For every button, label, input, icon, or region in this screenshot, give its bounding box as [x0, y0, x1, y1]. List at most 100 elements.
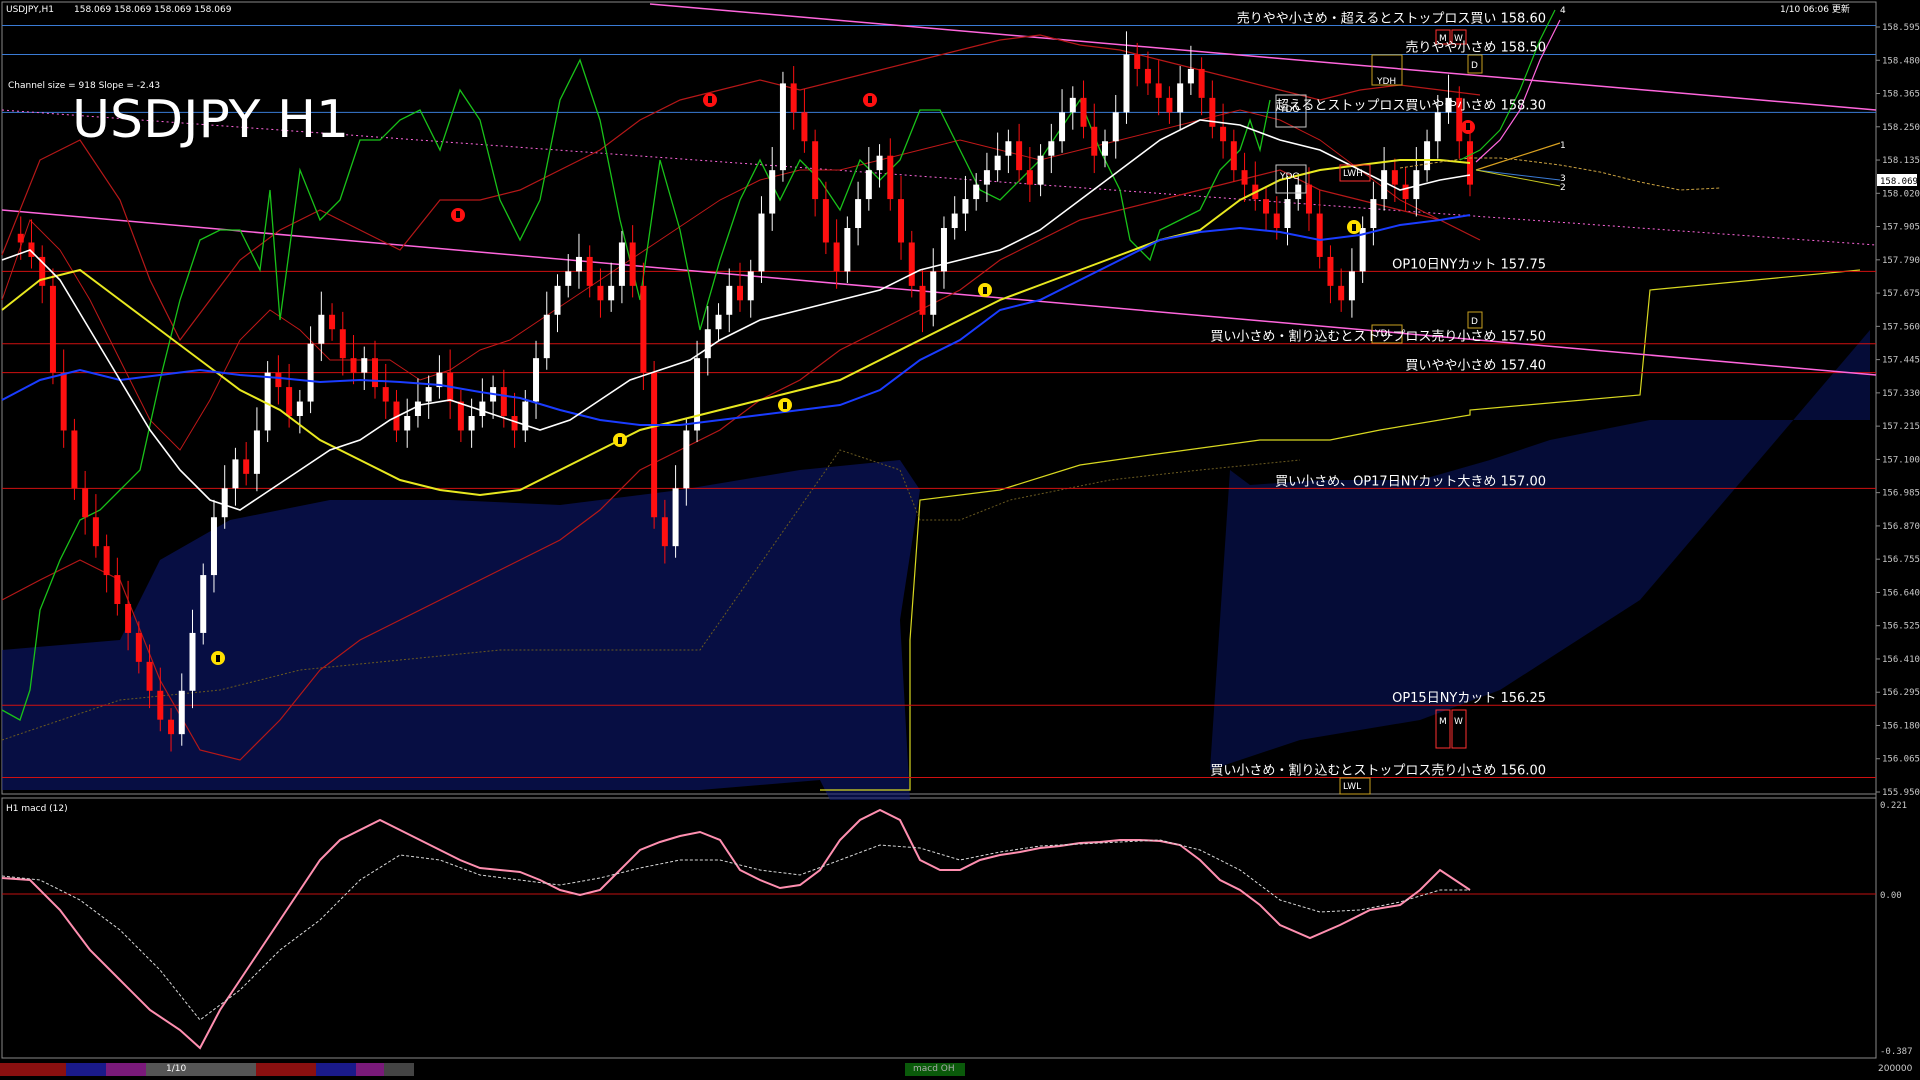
ydc-label: YDC [1279, 172, 1299, 182]
candle-body [425, 387, 432, 402]
status-seg-4[interactable]: 1/10 [146, 1063, 256, 1076]
candle-body [801, 112, 808, 142]
level-label: OP10日NYカット 157.75 [1392, 257, 1546, 272]
candle-body [103, 546, 110, 576]
candle-body [629, 242, 636, 286]
candle-body [1241, 170, 1248, 185]
updated-time: 1/10 06:06 更新 [1780, 3, 1850, 15]
axis-tick-label: 157.905 [1882, 223, 1920, 233]
axis-tick-label: 156.065 [1882, 755, 1920, 765]
status-seg-6[interactable] [316, 1063, 356, 1076]
candle-body [339, 329, 346, 359]
axis-tick-label: 158.020 [1882, 189, 1920, 199]
status-seg-2[interactable] [66, 1063, 106, 1076]
candle-body [253, 430, 260, 474]
candle-body [457, 401, 464, 431]
candle-body [1391, 170, 1398, 185]
level-label: 売りやや小さめ 158.50 [1405, 39, 1546, 55]
axis-tick-label: 156.985 [1882, 489, 1920, 499]
candle-body [1370, 199, 1377, 229]
axis-tick-label: 156.640 [1882, 588, 1920, 598]
candle-body [1016, 141, 1023, 171]
candle-body [146, 661, 153, 691]
candle-body [286, 387, 293, 417]
axis-tick-label: 155.950 [1882, 788, 1920, 798]
candle-body [82, 488, 89, 518]
axis-tick-label: 157.790 [1882, 256, 1920, 266]
status-seg-5[interactable] [256, 1063, 316, 1076]
candle-body [597, 285, 604, 301]
candle-body [983, 170, 990, 185]
candle-body [973, 184, 980, 200]
candle-body [1048, 141, 1055, 156]
candle-body [17, 233, 24, 243]
macd-panel-border [1, 797, 1877, 1059]
candle-body [1316, 213, 1323, 257]
candle-body [769, 170, 776, 214]
candle-body [49, 285, 56, 373]
chart-canvas[interactable]: YDH YDO YDC YDL LWH LWL M W M W D D 1 2 … [0, 0, 1920, 1080]
level-label: 売りやや小さめ・超えるとストップロス買い 158.60 [1237, 11, 1546, 27]
lwl-label: LWL [1343, 782, 1361, 792]
level-label: 超えるとストップロス買いやや小さめ 158.30 [1276, 98, 1546, 113]
status-seg-1[interactable] [0, 1063, 66, 1076]
candle-body [1144, 68, 1151, 84]
level-label: OP15日NYカット 156.25 [1392, 691, 1546, 706]
candle-body [1059, 112, 1066, 142]
candle-body [1402, 184, 1409, 200]
candle-body [329, 314, 336, 330]
candle-body [962, 199, 969, 214]
axis-tick-label: 156.525 [1882, 622, 1920, 632]
macd-line [1, 808, 1471, 1050]
candle-body [92, 517, 99, 547]
axis-tick-label: 158.595 [1882, 23, 1920, 33]
axis-tick-label: 157.330 [1882, 389, 1920, 399]
candle-body [361, 358, 368, 373]
m-label-bottom: M [1439, 717, 1447, 727]
status-tab-macd[interactable]: macd OH [905, 1063, 965, 1076]
axis-tick-label: 157.215 [1882, 422, 1920, 432]
candle-body [1305, 184, 1312, 214]
candle-body [533, 358, 540, 402]
status-seg-7[interactable] [356, 1063, 384, 1076]
candle-body [1295, 184, 1302, 200]
candle-body [865, 170, 872, 200]
axis-tick-label: 156.755 [1882, 555, 1920, 565]
candle-body [887, 155, 894, 200]
candle-body [296, 401, 303, 417]
candle-body [210, 517, 217, 576]
candle-body [726, 285, 733, 315]
axis-tick-label: 156.870 [1882, 522, 1920, 532]
candle-body [640, 285, 647, 373]
candle-body [812, 141, 819, 200]
projection-label-3: 3 [1560, 174, 1566, 184]
axis-tick-label: 158.480 [1882, 56, 1920, 66]
candle-body [779, 83, 786, 171]
projection-label-1: 1 [1560, 141, 1566, 151]
candle-body [71, 430, 78, 489]
axis-tick-label: 156.410 [1882, 655, 1920, 665]
axis-tick-label: 158.365 [1882, 90, 1920, 100]
projection-label-4: 4 [1560, 6, 1566, 16]
candle-body [1177, 83, 1184, 113]
status-right-value: 200000 [1878, 1064, 1913, 1074]
candle-body [1102, 141, 1108, 156]
level-label: 買い小さめ、OP17日NYカット大きめ 157.00 [1275, 474, 1546, 489]
status-seg-8[interactable] [384, 1063, 414, 1076]
candle-body [1273, 213, 1280, 229]
axis-tick-label: 157.100 [1882, 455, 1920, 465]
level-label: 買いやや小さめ 157.40 [1405, 359, 1546, 374]
level-label: 買い小さめ・割り込むとストップロス売り小さめ 157.50 [1210, 329, 1546, 345]
candle-body [1112, 112, 1119, 142]
candle-body [221, 488, 228, 518]
candle-body [554, 285, 561, 315]
candle-body [586, 256, 593, 286]
candle-body [1381, 170, 1388, 200]
candle-body [372, 358, 378, 388]
axis-tick-label: 158.135 [1882, 156, 1920, 166]
candle-body [414, 401, 421, 417]
status-seg-3[interactable] [106, 1063, 146, 1076]
candle-body [275, 372, 282, 388]
projection-label-2: 2 [1560, 183, 1566, 193]
chart-title: USDJPY H1 [72, 90, 349, 150]
